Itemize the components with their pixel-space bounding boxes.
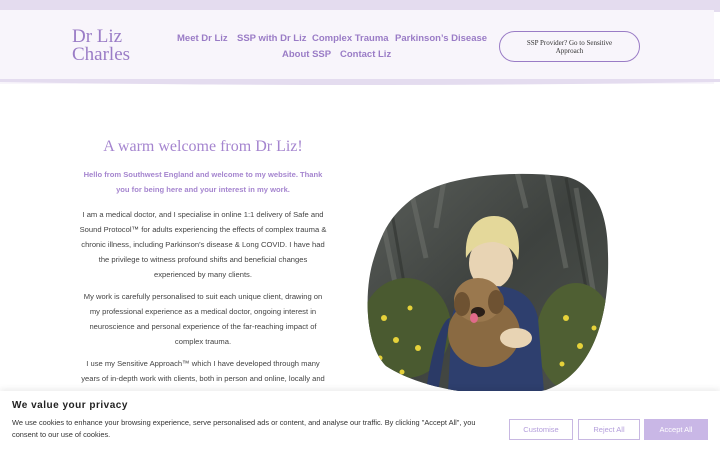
consent-text: We use cookies to enhance your browsing … <box>12 418 476 439</box>
header-wave <box>0 79 720 85</box>
ssp-provider-label: SSP Provider? Go to Sensitive Approach <box>526 38 613 55</box>
paragraph-3: I use my Sensitive Approach™ which I hav… <box>81 359 325 383</box>
ssp-provider-button[interactable]: SSP Provider? Go to Sensitive Approach <box>499 31 640 62</box>
reject-all-label: Reject All <box>593 425 625 434</box>
accept-all-button[interactable]: Accept All <box>644 419 708 440</box>
paragraph-2: My work is carefully personalised to sui… <box>83 292 323 346</box>
nav-contact-liz[interactable]: Contact Liz <box>340 49 391 60</box>
dr-liz-with-dog-photo <box>366 168 610 393</box>
nav-meet-dr-liz[interactable]: Meet Dr Liz <box>177 33 228 44</box>
accept-all-label: Accept All <box>659 425 693 434</box>
intro-text: Hello from Southwest England and welcome… <box>83 170 323 194</box>
site-logo[interactable]: Dr Liz Charles <box>72 27 131 65</box>
customise-button[interactable]: Customise <box>509 419 573 440</box>
nav-ssp-with-dr-liz[interactable]: SSP with Dr Liz <box>237 33 307 44</box>
logo-line-2: Charles <box>72 44 131 65</box>
customise-label: Customise <box>523 425 559 434</box>
nav-parkinsons-disease[interactable]: Parkinson’s Disease <box>395 33 487 44</box>
paragraph-1: I am a medical doctor, and I specialise … <box>79 210 327 279</box>
nav-about-ssp[interactable]: About SSP <box>282 49 331 60</box>
welcome-heading: A warm welcome from Dr Liz! <box>103 138 303 155</box>
reject-all-button[interactable]: Reject All <box>578 419 640 440</box>
consent-title: We value your privacy <box>12 400 128 411</box>
nav-complex-trauma[interactable]: Complex Trauma <box>312 33 389 44</box>
